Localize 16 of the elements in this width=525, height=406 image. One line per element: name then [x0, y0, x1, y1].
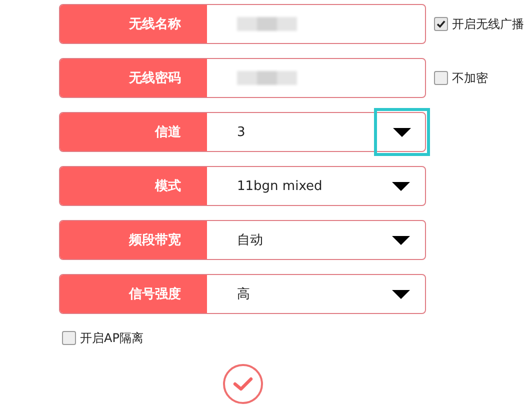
checkbox-option[interactable]: 开启无线广播 [434, 16, 524, 32]
option-label: 开启AP隔离 [80, 330, 144, 346]
checkbox-option[interactable]: 开启AP隔离 [62, 328, 525, 348]
checkbox-option[interactable]: 不加密 [434, 70, 488, 86]
field-label: 无线名称 [60, 5, 207, 43]
dropdown-select[interactable]: 3 [207, 113, 425, 151]
dropdown-select[interactable]: 11bgn mixed [207, 167, 425, 205]
field-label: 频段带宽 [60, 221, 207, 259]
dropdown-select[interactable]: 自动 [207, 221, 425, 259]
dropdown-select[interactable]: 高 [207, 275, 425, 313]
option-label: 开启无线广播 [452, 16, 524, 32]
field-label: 信号强度 [60, 275, 207, 313]
field-label: 信道 [60, 113, 207, 151]
field-label: 无线密码 [60, 59, 207, 97]
field-label: 模式 [60, 167, 207, 205]
option-label: 不加密 [452, 70, 488, 86]
